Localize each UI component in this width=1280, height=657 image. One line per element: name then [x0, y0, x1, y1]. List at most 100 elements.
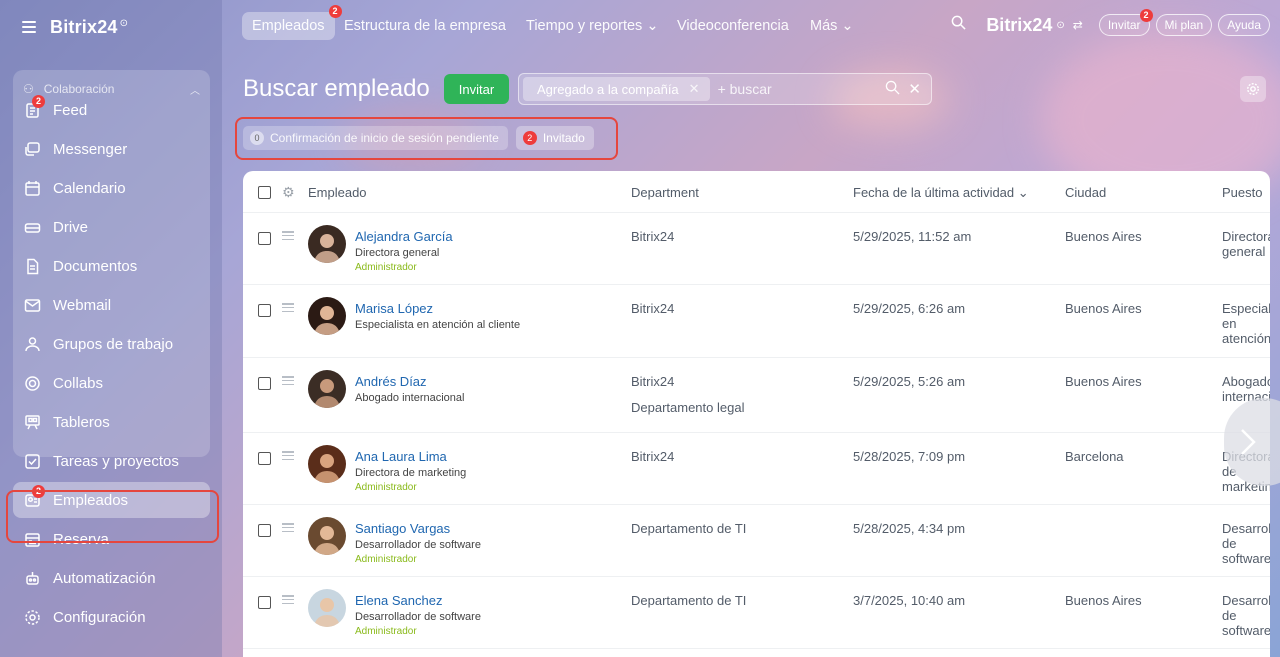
col-department[interactable]: Department: [631, 185, 699, 200]
column-settings-icon[interactable]: ⚙: [282, 184, 295, 201]
boards-icon: [23, 413, 41, 431]
row-checkbox[interactable]: [258, 377, 271, 390]
drag-handle-icon[interactable]: [282, 376, 294, 385]
invite-button[interactable]: Invitar: [444, 74, 509, 104]
col-last-activity[interactable]: Fecha de la última actividad ⌄: [853, 185, 1029, 201]
department-cell: Bitrix24: [631, 374, 675, 389]
table-row[interactable]: Marisa López Especialista en atención al …: [243, 285, 1270, 358]
filter-chip[interactable]: Agregado a la compañía ✕: [523, 77, 710, 101]
menu-icon[interactable]: [22, 21, 36, 33]
admin-label: Administrador: [355, 626, 417, 637]
sidebar-item-automatización[interactable]: Automatización: [13, 560, 210, 596]
sidebar-item-grupos-de-trabajo[interactable]: Grupos de trabajo: [13, 326, 210, 362]
search-icon[interactable]: [885, 80, 900, 99]
table-row[interactable]: Santiago Vargas Desarrollador de software…: [243, 505, 1270, 577]
employee-name-link[interactable]: Santiago Vargas: [355, 521, 450, 536]
position-cell: Directora general: [1222, 229, 1270, 259]
brand-logo-top[interactable]: Bitrix24 ⊙ ⇄: [986, 15, 1083, 36]
drive-icon: [23, 218, 41, 236]
sidebar-item-calendario[interactable]: Calendario: [13, 170, 210, 206]
table-header: ⚙ Empleado Department Fecha de la última…: [243, 171, 1270, 213]
tab-estructura[interactable]: Estructura de la empresa: [344, 12, 506, 40]
col-employee[interactable]: Empleado: [308, 185, 367, 200]
automation-icon: [23, 569, 41, 587]
table-row[interactable]: Alejandra García Directora general Adminis…: [243, 213, 1270, 285]
settings-button[interactable]: [1240, 76, 1266, 102]
help-pill[interactable]: Ayuda: [1218, 14, 1270, 36]
employee-name-link[interactable]: Marisa López: [355, 301, 433, 316]
employee-role: Desarrollador de software: [355, 611, 481, 623]
city-cell: Buenos Aires: [1065, 593, 1142, 608]
employee-name-link[interactable]: Elena Sanchez: [355, 593, 442, 608]
position-cell: Desarrollador de software: [1222, 521, 1270, 566]
admin-label: Administrador: [355, 554, 417, 565]
search-icon[interactable]: [951, 15, 966, 35]
drag-handle-icon[interactable]: [282, 595, 294, 604]
table-row[interactable]: Ana Laura Lima Directora de marketing Admi…: [243, 433, 1270, 505]
row-checkbox[interactable]: [258, 232, 271, 245]
sidebar-item-webmail[interactable]: Webmail: [13, 287, 210, 323]
brand-logo[interactable]: Bitrix24 ⊙: [50, 17, 128, 38]
drag-handle-icon[interactable]: [282, 303, 294, 312]
invite-pill[interactable]: Invitar 2: [1098, 9, 1153, 36]
highlight-quick-filters: [235, 117, 618, 160]
avatar[interactable]: [308, 445, 346, 483]
employee-name-link[interactable]: Alejandra García: [355, 229, 453, 244]
avatar[interactable]: [308, 370, 346, 408]
row-checkbox[interactable]: [258, 304, 271, 317]
employee-role: Abogado internacional: [355, 392, 465, 404]
row-checkbox[interactable]: [258, 524, 271, 537]
workgroups-icon: [23, 335, 41, 353]
avatar[interactable]: [308, 589, 346, 627]
sidebar-item-collabs[interactable]: Collabs: [13, 365, 210, 401]
tasks-icon: [23, 452, 41, 470]
collabs-icon: [23, 374, 41, 392]
clear-icon[interactable]: ✕: [908, 80, 921, 99]
sidebar-item-label: Feed: [53, 101, 88, 119]
table-row[interactable]: Andrés Díaz Abogado internacional Bitrix24…: [243, 358, 1270, 433]
position-cell: Desarrollador de software: [1222, 593, 1270, 638]
employee-name-link[interactable]: Andrés Díaz: [355, 374, 427, 389]
department-cell: Bitrix24: [631, 449, 675, 464]
sidebar-item-label: Configuración: [53, 608, 146, 626]
tab-mas[interactable]: Más ⌄: [810, 12, 854, 40]
avatar[interactable]: [308, 297, 346, 335]
table-row[interactable]: Elena Sanchez Desarrollador de software Ad…: [243, 577, 1270, 649]
avatar[interactable]: [308, 517, 346, 555]
sidebar-item-feed[interactable]: 2 Feed: [13, 92, 210, 128]
sidebar-item-label: Collabs: [53, 374, 104, 392]
city-cell: Barcelona: [1065, 449, 1124, 464]
tab-empleados[interactable]: Empleados 2: [242, 5, 342, 40]
avatar[interactable]: [308, 225, 346, 263]
department-cell: Bitrix24: [631, 301, 675, 316]
row-checkbox[interactable]: [258, 596, 271, 609]
switch-icon[interactable]: ⇄: [1073, 18, 1083, 32]
row-checkbox[interactable]: [258, 452, 271, 465]
highlight-employees: [6, 490, 219, 543]
col-city[interactable]: Ciudad: [1065, 185, 1106, 200]
sidebar-item-messenger[interactable]: Messenger: [13, 131, 210, 167]
drag-handle-icon[interactable]: [282, 231, 294, 240]
last-activity-cell: 3/7/2025, 10:40 am: [853, 593, 966, 608]
sidebar-item-tableros[interactable]: Tableros: [13, 404, 210, 440]
drag-handle-icon[interactable]: [282, 523, 294, 532]
sidebar-item-label: Messenger: [53, 140, 128, 158]
sidebar-item-drive[interactable]: Drive: [13, 209, 210, 245]
select-all-checkbox[interactable]: [258, 186, 271, 199]
last-activity-cell: 5/29/2025, 6:26 am: [853, 301, 966, 316]
sidebar-item-configuración[interactable]: Configuración: [13, 599, 210, 635]
close-icon[interactable]: ✕: [689, 81, 700, 97]
col-position[interactable]: Puesto: [1222, 185, 1262, 200]
tab-videoconferencia[interactable]: Videoconferencia: [677, 12, 789, 40]
employee-name-link[interactable]: Ana Laura Lima: [355, 449, 447, 464]
drag-handle-icon[interactable]: [282, 451, 294, 460]
calendar-icon: [23, 179, 41, 197]
position-cell: Especialista en atención al cliente: [1222, 301, 1270, 347]
admin-label: Administrador: [355, 262, 417, 273]
filter-search-box[interactable]: Agregado a la compañía✕ ✕: [518, 73, 932, 105]
tab-tiempo-reportes[interactable]: Tiempo y reportes ⌄: [526, 12, 659, 40]
search-input[interactable]: [717, 81, 878, 97]
sidebar-item-tareas-y-proyectos[interactable]: Tareas y proyectos: [13, 443, 210, 479]
sidebar-item-documentos[interactable]: Documentos: [13, 248, 210, 284]
my-plan-pill[interactable]: Mi plan: [1155, 14, 1213, 36]
